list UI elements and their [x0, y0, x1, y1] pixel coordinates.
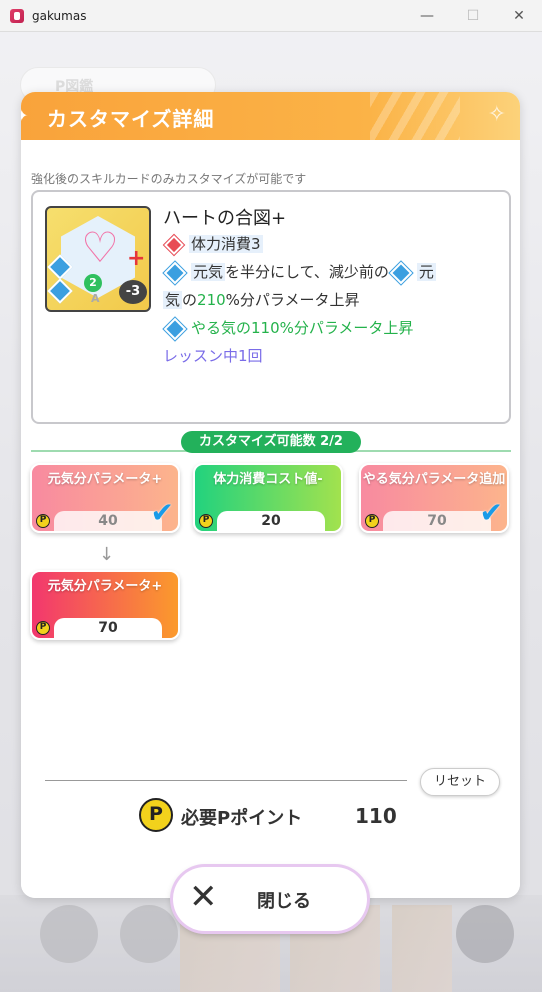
- effect-line: 元気 を半分にして、減少前の元: [163, 258, 436, 286]
- effect-line: やる気の110%分パラメータ上昇: [163, 314, 413, 342]
- close-label: 閉じる: [257, 891, 311, 912]
- option-cost: P 20: [199, 511, 325, 531]
- title-bar: gakumas — ☐ ✕: [0, 0, 542, 32]
- reset-button[interactable]: リセット: [420, 768, 500, 796]
- p-point-icon: P: [139, 798, 173, 832]
- close-window-button[interactable]: ✕: [496, 0, 542, 32]
- customize-option-4[interactable]: 元気分パラメータ+ P 70: [30, 570, 180, 640]
- card-rarity: A: [91, 292, 100, 305]
- skill-card-image: ♡ + 2 A -3: [45, 206, 151, 312]
- customize-option-1[interactable]: 元気分パラメータ+ P 40 ✔: [30, 463, 180, 533]
- check-icon: ✔: [150, 496, 174, 529]
- option-label: 元気分パラメータ+: [47, 579, 163, 594]
- skill-card-name: ハートの合図+: [163, 208, 287, 229]
- motivation-icon: [163, 317, 187, 340]
- effect-line: 気の210%分パラメータ上昇: [163, 291, 360, 309]
- close-icon: ✕: [189, 877, 218, 917]
- card-cost-badge: 2: [84, 274, 102, 292]
- check-icon: ✔: [479, 496, 503, 529]
- maximize-button[interactable]: ☐: [450, 0, 496, 32]
- skill-card-panel: ♡ + 2 A -3 ハートの合図+ 体力消費3 元気 を半分にして、減少前の元 …: [31, 190, 511, 424]
- effect-line: 体力消費3: [163, 230, 263, 258]
- genki-icon: [47, 278, 73, 304]
- customize-option-2[interactable]: 体力消費コスト値- P 20: [193, 463, 343, 533]
- effect-line: レッスン中1回: [163, 347, 263, 365]
- customize-note: 強化後のスキルカードのみカスタマイズが可能です: [31, 172, 307, 186]
- genki-icon: [389, 261, 413, 284]
- header-decoration: [370, 92, 460, 140]
- app-icon: [10, 8, 24, 23]
- sparkle-icon: ✦: [21, 106, 29, 125]
- p-point-icon: P: [36, 621, 50, 635]
- p-point-icon: P: [36, 514, 50, 528]
- option-cost: P 70: [36, 618, 162, 638]
- summary-divider: [45, 780, 407, 781]
- sparkle-deco-icon: ✧: [487, 102, 506, 127]
- p-point-icon: P: [199, 514, 213, 528]
- stamina-icon: [164, 234, 184, 255]
- option-label: 元気分パラメータ+: [47, 472, 163, 487]
- p-point-icon: P: [365, 514, 379, 528]
- stamina-minus-badge: -3: [119, 280, 147, 304]
- customize-count-badge: カスタマイズ可能数 2/2: [181, 431, 361, 453]
- customize-detail-dialog: ✦ カスタマイズ詳細 ✧ 強化後のスキルカードのみカスタマイズが可能です ♡ +…: [21, 92, 520, 898]
- arrow-down-icon: ↓: [99, 544, 115, 565]
- heart-icon: ♡: [81, 223, 119, 272]
- genki-icon: [163, 261, 187, 284]
- required-points-value: 110: [355, 804, 397, 828]
- customize-option-3[interactable]: やる気分パラメータ追加 P 70 ✔: [359, 463, 509, 533]
- plus-icon: +: [127, 246, 146, 271]
- close-button[interactable]: ✕ 閉じる: [173, 867, 367, 931]
- window-title: gakumas: [32, 8, 87, 23]
- dialog-header: ✦ カスタマイズ詳細 ✧: [21, 92, 520, 140]
- dialog-title: カスタマイズ詳細: [47, 107, 215, 131]
- option-label: 体力消費コスト値-: [213, 472, 323, 487]
- option-cost: P 40: [36, 511, 162, 531]
- option-cost: P 70: [365, 511, 491, 531]
- required-points-label: 必要Pポイント: [181, 808, 303, 829]
- minimize-button[interactable]: —: [404, 0, 450, 32]
- option-label: やる気分パラメータ追加: [362, 472, 506, 487]
